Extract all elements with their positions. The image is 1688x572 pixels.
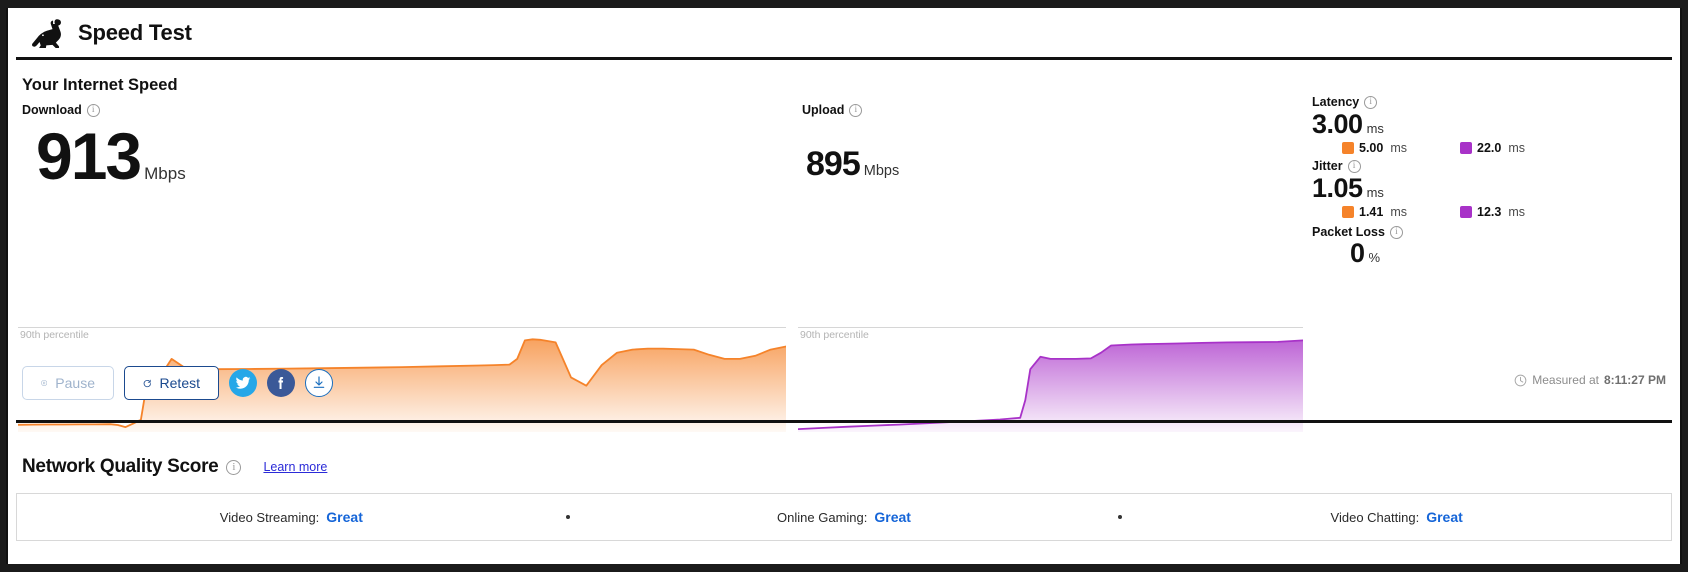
download-arrow-icon xyxy=(1342,206,1354,219)
latency-upload-item: 22.0 ms xyxy=(1460,141,1578,155)
quality-label: Video Streaming: xyxy=(219,509,320,525)
clock-icon xyxy=(1514,374,1527,386)
app-window: Speed Test Your Internet Speed Download … xyxy=(6,8,1682,564)
latency-sub-row: 5.00 ms 22.0 ms xyxy=(1312,141,1680,155)
latency-unit: ms xyxy=(1366,121,1384,136)
network-quality-header: Network Quality Score i Learn more xyxy=(22,456,327,478)
packet-loss-label: Packet Loss xyxy=(1312,225,1385,240)
packet-loss-value: 0 xyxy=(1350,238,1365,269)
jitter-sub-row: 1.41 ms 12.3 ms xyxy=(1312,205,1680,219)
section-divider xyxy=(16,420,1672,423)
quality-item-video-streaming: Video Streaming: Great xyxy=(17,509,566,525)
pause-button[interactable]: Pause xyxy=(22,366,114,400)
jitter-upload-unit: ms xyxy=(1508,205,1526,220)
packet-loss-label-row: Packet Loss i xyxy=(1312,225,1680,240)
jitter-label: Jitter xyxy=(1312,159,1343,174)
jitter-upload-value: 12.3 xyxy=(1477,205,1502,220)
packet-loss-value-row: 0 % xyxy=(1312,238,1680,269)
jitter-label-row: Jitter i xyxy=(1312,159,1680,174)
jitter-download-unit: ms xyxy=(1390,205,1408,220)
latency-info-icon[interactable]: i xyxy=(1364,95,1378,109)
latency-block: Latency i 3.00 ms 5.00 ms 22.0 ms xyxy=(1312,95,1680,155)
pause-icon xyxy=(41,379,48,387)
upload-label-row: Upload i xyxy=(802,103,863,117)
latency-value-row: 3.00 ms xyxy=(1312,109,1680,139)
download-label-row: Download i xyxy=(22,103,100,117)
upload-arrow-icon xyxy=(1460,206,1472,219)
latency-download-unit: ms xyxy=(1390,141,1408,156)
app-header: Speed Test xyxy=(16,8,1672,60)
refresh-icon xyxy=(143,379,151,387)
network-quality-title: Network Quality Score xyxy=(22,456,219,477)
upload-area-chart xyxy=(798,327,1303,432)
retest-button-label: Retest xyxy=(159,375,200,391)
upload-arrow-icon xyxy=(1460,142,1472,155)
facebook-share-button[interactable] xyxy=(267,369,295,397)
latency-upload-unit: ms xyxy=(1508,141,1526,156)
jitter-download-item: 1.41 ms xyxy=(1342,205,1460,219)
measured-at: Measured at 8:11:27 PM xyxy=(1514,373,1666,387)
jitter-upload-item: 12.3 ms xyxy=(1460,205,1578,219)
jitter-unit: ms xyxy=(1366,185,1384,201)
stats-panel: Latency i 3.00 ms 5.00 ms 22.0 ms Jitter… xyxy=(1312,95,1680,272)
upload-value: 895 xyxy=(806,145,861,183)
download-unit: Mbps xyxy=(144,164,186,183)
quality-value: Great xyxy=(326,509,363,525)
measured-prefix: Measured at xyxy=(1532,373,1599,387)
latency-download-value: 5.00 xyxy=(1359,141,1384,156)
packet-loss-unit: % xyxy=(1368,250,1381,266)
latency-download-item: 5.00 ms xyxy=(1342,141,1460,155)
download-arrow-icon xyxy=(1342,142,1354,155)
upload-graph: 90th percentile xyxy=(798,327,1303,432)
download-percentile-line xyxy=(18,327,786,328)
packet-loss-block: Packet Loss i 0 % xyxy=(1312,225,1680,269)
latency-upload-value: 22.0 xyxy=(1477,141,1502,156)
jitter-block: Jitter i 1.05 ms 1.41 ms 12.3 ms xyxy=(1312,159,1680,219)
download-percentile-label: 90th percentile xyxy=(20,329,89,341)
retest-button[interactable]: Retest xyxy=(124,366,219,400)
quality-label: Online Gaming: xyxy=(777,509,868,525)
twitter-share-button[interactable] xyxy=(229,369,257,397)
quality-item-video-chatting: Video Chatting: Great xyxy=(1122,509,1671,525)
jitter-value: 1.05 xyxy=(1312,173,1363,204)
download-value: 913 xyxy=(36,119,142,193)
download-results-button[interactable] xyxy=(305,369,333,397)
network-quality-info-icon[interactable]: i xyxy=(226,459,242,475)
jitter-info-icon[interactable]: i xyxy=(1347,159,1361,173)
quality-label: Video Chatting: xyxy=(1330,509,1420,525)
download-label-group: Download i xyxy=(22,103,100,117)
rabbit-icon xyxy=(32,18,61,48)
upload-value-group: 895 Mbps xyxy=(806,147,899,181)
quality-value: Great xyxy=(1426,509,1463,525)
upload-percentile-label: 90th percentile xyxy=(800,329,869,341)
download-info-icon[interactable]: i xyxy=(86,103,100,117)
latency-label-row: Latency i xyxy=(1312,95,1680,109)
jitter-value-row: 1.05 ms xyxy=(1312,173,1680,204)
latency-value: 3.00 xyxy=(1312,109,1363,139)
learn-more-link[interactable]: Learn more xyxy=(263,460,327,474)
app-title: Speed Test xyxy=(78,19,192,45)
facebook-icon xyxy=(278,377,284,389)
speed-area: Download i 913 Mbps Upload i 895 Mbps 90… xyxy=(8,95,1680,432)
upload-percentile-line xyxy=(798,327,1303,328)
controls-row: Pause Retest xyxy=(22,366,333,400)
upload-info-icon[interactable]: i xyxy=(849,103,863,117)
quality-value: Great xyxy=(874,509,911,525)
latency-label: Latency xyxy=(1312,95,1360,109)
quality-item-online-gaming: Online Gaming: Great xyxy=(570,509,1119,525)
packet-loss-info-icon[interactable]: i xyxy=(1389,225,1403,239)
download-icon xyxy=(313,376,325,388)
upload-label: Upload xyxy=(802,103,845,117)
section-heading: Your Internet Speed xyxy=(22,76,178,94)
measured-time: 8:11:27 PM xyxy=(1603,373,1666,387)
upload-unit: Mbps xyxy=(863,163,900,179)
upload-label-group: Upload i xyxy=(802,103,863,117)
twitter-icon xyxy=(235,376,251,389)
network-quality-panel: Video Streaming: Great Online Gaming: Gr… xyxy=(16,493,1672,541)
pause-button-label: Pause xyxy=(55,375,95,391)
download-label: Download xyxy=(22,103,82,117)
download-value-group: 913 Mbps xyxy=(36,123,186,189)
jitter-download-value: 1.41 xyxy=(1359,205,1384,220)
